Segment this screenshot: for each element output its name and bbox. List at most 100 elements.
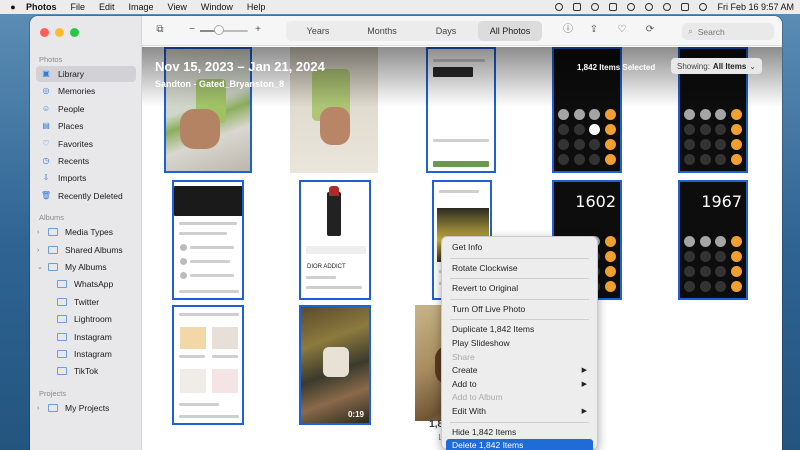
sidebar-item-media-types[interactable]: › Media Types bbox=[32, 224, 132, 240]
sidebar-item-favorites[interactable]: ♡ Favorites bbox=[36, 136, 136, 152]
sidebar-item-places[interactable]: ▤ Places bbox=[36, 118, 136, 134]
trash-icon: 🗑 bbox=[40, 191, 52, 200]
submenu-arrow-icon: ▶ bbox=[581, 407, 587, 415]
sidebar-item-label: Shared Albums bbox=[65, 245, 123, 255]
siri-icon[interactable] bbox=[699, 3, 708, 11]
showing-filter-button[interactable]: Showing: All Items ⌄ bbox=[671, 58, 762, 74]
sidebar-album-tiktok[interactable]: TikTok bbox=[52, 363, 136, 379]
sidebar-album-instagram-2[interactable]: Instagram bbox=[52, 346, 136, 362]
submenu-arrow-icon: ▶ bbox=[581, 367, 587, 375]
photo-thumbnail[interactable] bbox=[172, 180, 244, 300]
close-button[interactable] bbox=[40, 28, 49, 37]
sidebar-section-projects: Projects bbox=[39, 389, 67, 398]
showing-label: Showing: bbox=[677, 61, 710, 71]
menu-clock[interactable]: Fri Feb 16 9:57 AM bbox=[717, 2, 794, 12]
sidebar-item-memories[interactable]: ◎ Memories bbox=[36, 83, 136, 99]
date-range-title: Nov 15, 2023 – Jan 21, 2024 bbox=[155, 59, 325, 74]
share-icon[interactable]: ⇪ bbox=[588, 24, 600, 36]
dropbox-icon[interactable] bbox=[573, 3, 582, 11]
menu-edit[interactable]: Edit bbox=[99, 2, 115, 12]
chevron-right-icon[interactable]: › bbox=[37, 405, 45, 412]
sidebar-item-people[interactable]: ☺ People bbox=[36, 101, 136, 117]
tab-all-photos[interactable]: All Photos bbox=[478, 21, 542, 41]
folder-icon bbox=[48, 246, 58, 254]
menu-item-revert-to-original[interactable]: Revert to Original bbox=[446, 282, 593, 296]
people-icon: ☺ bbox=[41, 104, 51, 113]
sidebar-item-my-projects[interactable]: › My Projects bbox=[32, 400, 132, 416]
spotlight-search-icon[interactable] bbox=[663, 3, 672, 11]
menu-item-create[interactable]: Create ▶ bbox=[446, 364, 593, 378]
menu-item-edit-with[interactable]: Edit With ▶ bbox=[446, 405, 593, 419]
search-input[interactable] bbox=[697, 26, 758, 37]
search-field[interactable]: ⌕ bbox=[682, 23, 774, 40]
menu-separator bbox=[450, 298, 589, 300]
menu-file[interactable]: File bbox=[71, 2, 86, 12]
zoom-button[interactable] bbox=[70, 28, 79, 37]
menu-help[interactable]: Help bbox=[247, 2, 266, 12]
control-center-icon[interactable] bbox=[681, 3, 690, 11]
zoom-in-button[interactable]: + bbox=[252, 24, 264, 36]
menu-item-play-slideshow[interactable]: Play Slideshow bbox=[446, 337, 593, 351]
sidebar-album-lightroom[interactable]: Lightroom bbox=[52, 311, 136, 327]
bluetooth-icon[interactable] bbox=[627, 3, 636, 11]
album-icon bbox=[57, 333, 67, 341]
context-menu: Get Info Rotate Clockwise Revert to Orig… bbox=[441, 236, 598, 450]
apple-menu-icon[interactable]: ● bbox=[6, 2, 20, 12]
sidebar-item-library[interactable]: ▣ Library bbox=[36, 66, 136, 82]
sidebar-album-instagram[interactable]: Instagram bbox=[52, 329, 136, 345]
sidebar-item-my-albums[interactable]: ⌄ My Albums bbox=[32, 259, 132, 275]
heart-icon[interactable]: ♡ bbox=[616, 24, 628, 36]
menu-image[interactable]: Image bbox=[129, 2, 154, 12]
wifi-icon[interactable] bbox=[645, 3, 654, 11]
sidebar-item-label: Recently Deleted bbox=[58, 191, 123, 201]
sidebar-item-recents[interactable]: ◷ Recents bbox=[36, 153, 136, 169]
chevron-right-icon[interactable]: › bbox=[37, 229, 45, 236]
photo-thumbnail[interactable]: 1967 bbox=[678, 180, 748, 300]
sidebar-album-twitter[interactable]: Twitter bbox=[52, 294, 136, 310]
import-icon: ⇩ bbox=[42, 173, 50, 182]
photo-thumbnail[interactable] bbox=[172, 305, 244, 425]
menu-item-duplicate[interactable]: Duplicate 1,842 Items bbox=[446, 323, 593, 337]
video-thumbnail[interactable]: 0:19 bbox=[299, 305, 371, 425]
status-icon[interactable] bbox=[555, 3, 564, 11]
places-icon: ▤ bbox=[42, 121, 50, 130]
sidebar-section-photos: Photos bbox=[39, 55, 63, 64]
screen-record-icon[interactable] bbox=[591, 3, 600, 11]
menu-view[interactable]: View bbox=[168, 2, 187, 12]
tab-months[interactable]: Months bbox=[350, 21, 414, 41]
menu-item-hide[interactable]: Hide 1,842 Items bbox=[446, 426, 593, 440]
zoom-out-button[interactable]: − bbox=[186, 24, 198, 36]
info-icon[interactable]: ⓘ bbox=[562, 24, 574, 36]
sidebar-item-imports[interactable]: ⇩ Imports bbox=[36, 170, 136, 186]
zoom-slider[interactable] bbox=[200, 30, 248, 32]
menu-item-get-info[interactable]: Get Info bbox=[446, 241, 593, 255]
menu-item-delete[interactable]: Delete 1,842 Items bbox=[446, 439, 593, 450]
album-icon bbox=[57, 280, 67, 288]
selection-count: 1,842 Items Selected bbox=[577, 63, 656, 72]
menu-item-add-to[interactable]: Add to ▶ bbox=[446, 378, 593, 392]
tab-days[interactable]: Days bbox=[414, 21, 478, 41]
menu-item-turn-off-live-photo[interactable]: Turn Off Live Photo bbox=[446, 303, 593, 317]
crop-rotate-icon[interactable]: ⧉ bbox=[154, 24, 166, 36]
sidebar-album-whatsapp[interactable]: WhatsApp bbox=[52, 276, 136, 292]
chevron-down-icon[interactable]: ⌄ bbox=[37, 263, 45, 271]
sidebar-item-label: My Projects bbox=[65, 403, 110, 413]
tab-years[interactable]: Years bbox=[286, 21, 350, 41]
sidebar-item-label: Memories bbox=[58, 86, 96, 96]
sidebar-item-recently-deleted[interactable]: 🗑 Recently Deleted bbox=[36, 188, 136, 204]
menu-window[interactable]: Window bbox=[201, 2, 233, 12]
battery-icon[interactable] bbox=[609, 3, 618, 11]
submenu-arrow-icon: ▶ bbox=[581, 380, 587, 388]
album-icon bbox=[57, 315, 67, 323]
location-subtitle[interactable]: Sandton - Gated_Bryanston_8 bbox=[155, 79, 284, 89]
photo-thumbnail[interactable]: DIOR ADDICT bbox=[299, 180, 371, 300]
chevron-right-icon[interactable]: › bbox=[37, 247, 45, 254]
menu-separator bbox=[450, 421, 589, 423]
sidebar-item-shared-albums[interactable]: › Shared Albums bbox=[32, 242, 132, 258]
zoom-slider-knob[interactable] bbox=[214, 25, 224, 35]
minimize-button[interactable] bbox=[55, 28, 64, 37]
product-title: DIOR ADDICT bbox=[307, 264, 346, 270]
menu-app-name[interactable]: Photos bbox=[26, 2, 57, 12]
menu-item-rotate-clockwise[interactable]: Rotate Clockwise bbox=[446, 262, 593, 276]
rotate-icon[interactable]: ⟳ bbox=[644, 24, 656, 36]
